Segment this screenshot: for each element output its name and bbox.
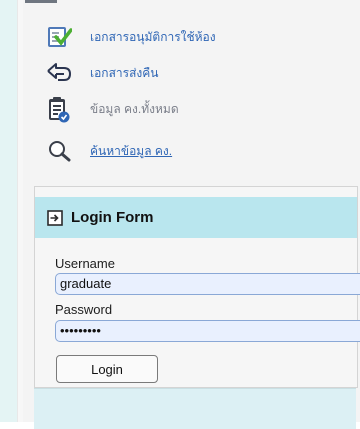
menu-item-returned-docs[interactable]: เอกสารส่งคืน xyxy=(44,57,159,89)
menu-item-search-data[interactable]: ค้นหาข้อมูล คง. xyxy=(44,135,172,167)
password-label: Password xyxy=(55,302,113,317)
magnifier-icon xyxy=(44,136,74,166)
username-label: Username xyxy=(55,256,115,271)
menu-label-returned-docs: เอกสารส่งคืน xyxy=(90,65,159,80)
menu-item-approval-docs[interactable]: เอกสารอนุมัติการใช้ห้อง xyxy=(44,21,216,53)
arrow-box-icon xyxy=(47,209,63,226)
login-button[interactable]: Login xyxy=(56,355,158,383)
password-input[interactable]: ••••••••• xyxy=(55,320,360,342)
return-arrow-icon xyxy=(44,58,74,88)
menu-top-edge xyxy=(25,0,57,3)
clipboard-check-icon xyxy=(44,94,74,124)
login-form-title: Login Form xyxy=(71,209,154,226)
left-strip xyxy=(0,0,17,422)
menu-item-all-data[interactable]: ข้อมูล คง.ทั้งหมด xyxy=(44,93,179,125)
username-input[interactable]: graduate xyxy=(55,273,360,295)
menu-label-search-data: ค้นหาข้อมูล คง. xyxy=(90,143,173,158)
login-form-header: Login Form xyxy=(35,197,357,238)
checklist-icon xyxy=(44,22,74,52)
menu-label-all-data: ข้อมูล คง.ทั้งหมด xyxy=(90,101,179,116)
menu-label-approval-docs: เอกสารอนุมัติการใช้ห้อง xyxy=(90,29,216,44)
next-panel-header xyxy=(34,388,356,429)
